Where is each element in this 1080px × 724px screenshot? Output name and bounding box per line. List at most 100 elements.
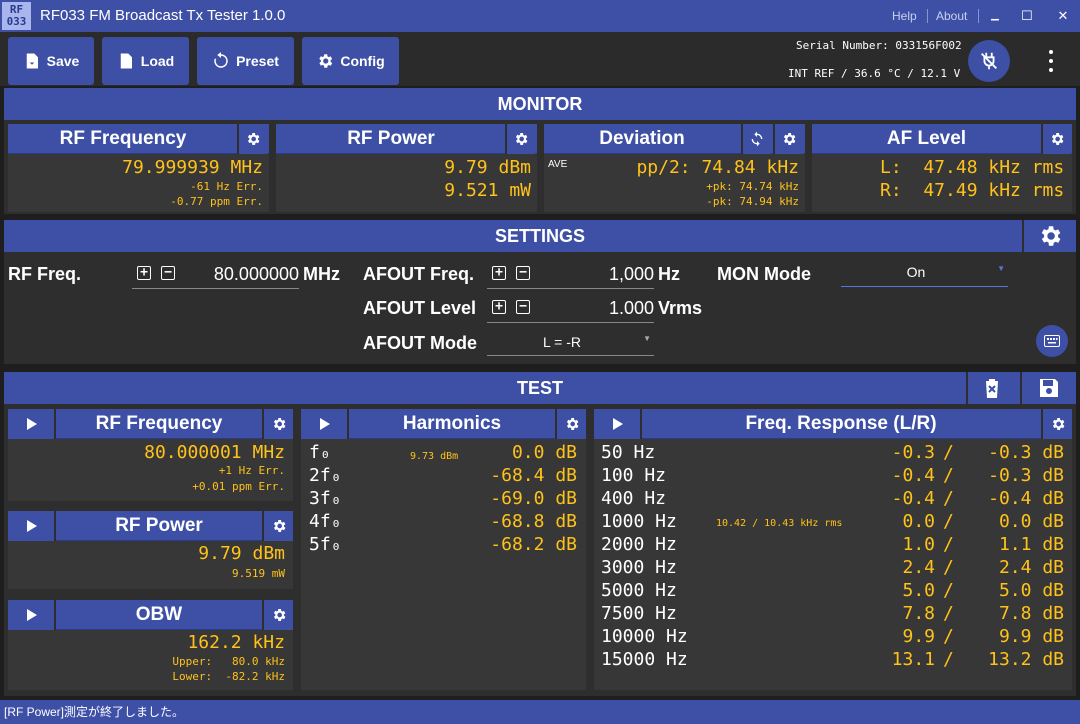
monitor-rf-power-panel: RF Power 9.79 dBm 9.521 mW (276, 124, 537, 212)
test-obw-lower: Lower: -82.2 kHz (172, 670, 285, 683)
config-label: Config (340, 53, 385, 69)
gear-icon[interactable] (262, 511, 293, 541)
freq-response-separator: / (943, 442, 954, 463)
panel-title: Deviation (599, 128, 685, 149)
rf-frequency-error-ppm: -0.77 ppm Err. (170, 195, 263, 208)
freq-response-separator: / (943, 626, 954, 647)
title-bar: RF 033 RF033 FM Broadcast Tx Tester 1.0.… (0, 0, 1080, 32)
harmonic-value: -68.2 dB (490, 534, 577, 555)
preset-label: Preset (236, 53, 279, 69)
app-logo: RF 033 (2, 2, 31, 30)
run-test-button[interactable] (594, 409, 642, 439)
harmonic-label: 4f₀ (309, 511, 342, 532)
plus-icon[interactable]: + (492, 300, 506, 314)
deviation-pk-pos: +pk: 74.74 kHz (706, 180, 799, 193)
freq-response-left: -0.4 (891, 488, 935, 509)
freq-response-frequency: 3000 Hz (601, 557, 677, 578)
mon-mode-select[interactable]: On ▼ (841, 259, 1008, 287)
preset-button[interactable]: Preset (197, 37, 294, 85)
plus-icon[interactable]: + (137, 266, 151, 280)
afout-level-value[interactable]: 1.000 (609, 298, 654, 319)
save-results-button[interactable] (1020, 372, 1076, 404)
plus-icon[interactable]: + (492, 266, 506, 280)
run-test-button[interactable] (8, 600, 56, 630)
freq-response-separator: / (943, 488, 954, 509)
run-test-button[interactable] (8, 511, 56, 541)
panel-title: Harmonics (402, 413, 502, 434)
afout-freq-label: AFOUT Freq. (363, 264, 474, 284)
gear-icon[interactable] (1041, 124, 1071, 154)
harmonic-label: 3f₀ (309, 488, 342, 509)
minus-icon[interactable]: − (161, 266, 175, 280)
more-menu-icon[interactable] (1044, 50, 1058, 72)
monitor-rf-frequency-panel: RF Frequency 79.999939 MHz -61 Hz Err. -… (8, 124, 269, 212)
freq-response-left: 7.8 (902, 603, 935, 624)
freq-response-left: 0.0 (902, 511, 935, 532)
settings-header: SETTINGS (4, 220, 1076, 252)
freq-response-left: -0.3 (891, 442, 935, 463)
harmonic-value: -68.8 dB (490, 511, 577, 532)
freq-response-separator: / (943, 580, 954, 601)
freq-response-right: 2.4 dB (998, 557, 1064, 578)
about-link[interactable]: About (936, 9, 967, 23)
freq-response-right: -0.3 dB (988, 465, 1064, 486)
freq-response-frequency: 15000 Hz (601, 649, 688, 670)
gear-icon[interactable] (555, 409, 586, 439)
freq-response-right: -0.3 dB (988, 442, 1064, 463)
play-icon (23, 607, 39, 623)
rf-power-mw: 9.521 mW (444, 180, 531, 201)
panel-title: RF Frequency (59, 128, 187, 149)
afout-level-field[interactable]: + − 1.000 (487, 295, 654, 323)
freq-response-left: 5.0 (902, 580, 935, 601)
freq-response-frequency: 100 Hz (601, 465, 667, 486)
deviation-pp2: pp/2: 74.84 kHz (636, 157, 799, 178)
afout-mode-select[interactable]: L = -R ▼ (487, 329, 654, 356)
keyboard-button[interactable] (1036, 325, 1068, 357)
serial-number: Serial Number: 033156F002 (796, 39, 962, 52)
afout-freq-field[interactable]: + − 1,000 (487, 261, 654, 289)
freq-response-right: 9.9 dB (998, 626, 1064, 647)
gear-icon[interactable] (237, 124, 267, 154)
test-rf-frequency-value: 80.000001 MHz (144, 442, 285, 463)
settings-gear-button[interactable] (1022, 220, 1076, 252)
rf-freq-label: RF Freq. (8, 264, 82, 284)
save-button[interactable]: Save (8, 37, 94, 85)
help-link[interactable]: Help (892, 9, 917, 23)
harmonic-value: 0.0 dB (511, 442, 577, 463)
config-button[interactable]: Config (302, 37, 399, 85)
maximize-button[interactable]: ☐ (1017, 6, 1037, 26)
gear-icon[interactable] (1041, 409, 1072, 439)
test-freq-response-panel: Freq. Response (L/R) 10.42 / 10.43 kHz r… (594, 409, 1072, 690)
run-test-button[interactable] (301, 409, 349, 439)
rf-frequency-value: 79.999939 MHz (122, 157, 263, 178)
refresh-icon[interactable] (741, 124, 771, 154)
load-button[interactable]: Load (102, 37, 189, 85)
freq-response-left: -0.4 (891, 465, 935, 486)
run-test-button[interactable] (8, 409, 56, 439)
rf-freq-unit: MHz (303, 264, 340, 284)
gear-icon[interactable] (262, 409, 293, 439)
connection-button[interactable] (968, 40, 1010, 82)
freq-response-separator: / (943, 603, 954, 624)
chevron-down-icon: ▼ (997, 264, 1005, 273)
freq-response-reference-level: 10.42 / 10.43 kHz rms (716, 518, 843, 529)
panel-title: RF Frequency (95, 413, 223, 434)
minus-icon[interactable]: − (516, 266, 530, 280)
divider (978, 9, 979, 23)
gear-icon[interactable] (505, 124, 535, 154)
delete-results-button[interactable] (966, 372, 1016, 404)
rf-freq-field[interactable]: + − 80.000000 (132, 261, 299, 289)
minimize-button[interactable]: ▁ (985, 6, 1005, 26)
gear-icon[interactable] (262, 600, 293, 630)
monitor-deviation-panel: Deviation AVE pp/2: 74.84 kHz +pk: 74.74… (544, 124, 805, 212)
gear-icon[interactable] (773, 124, 803, 154)
afout-freq-value[interactable]: 1,000 (609, 264, 654, 285)
afout-level-unit: Vrms (658, 298, 703, 318)
close-button[interactable]: ✕ (1053, 6, 1073, 26)
minus-icon[interactable]: − (516, 300, 530, 314)
deviation-mode: AVE (548, 159, 568, 170)
freq-response-right: 0.0 dB (998, 511, 1064, 532)
rf-freq-value[interactable]: 80.000000 (214, 264, 299, 285)
afout-mode-value: L = -R (543, 334, 581, 350)
afout-mode-label: AFOUT Mode (363, 333, 477, 353)
